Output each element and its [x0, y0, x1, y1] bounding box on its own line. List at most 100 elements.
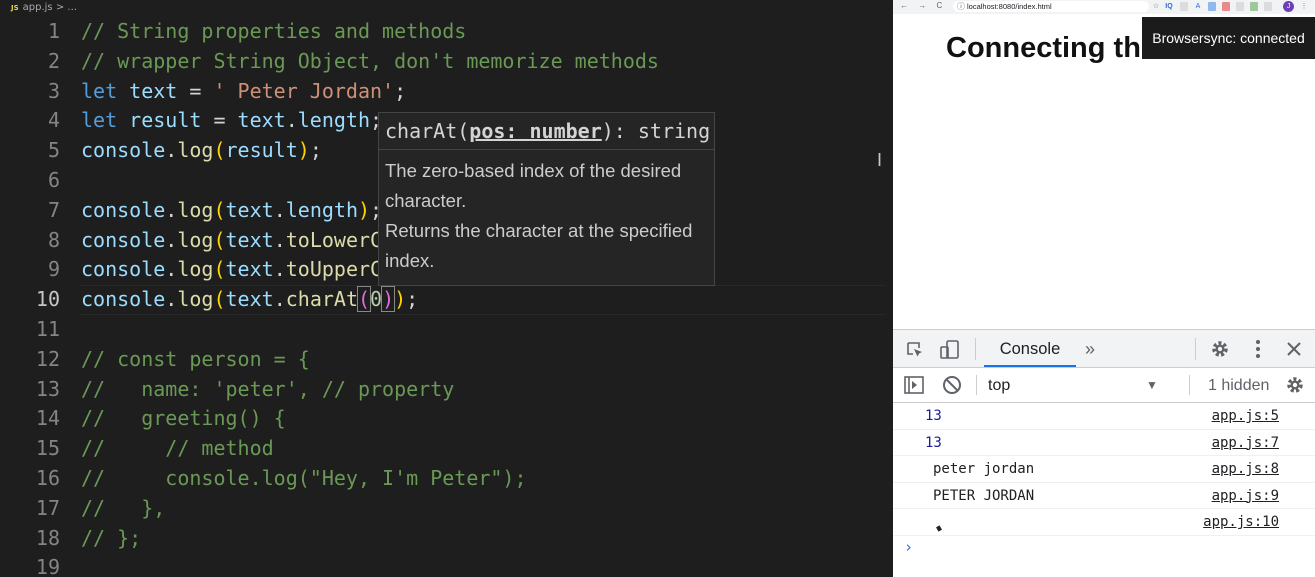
browsersync-notification: Browsersync: connected	[1142, 17, 1315, 59]
browser-window: ← → C ⓘ localhost:8080/index.html ☆ IQ A…	[893, 0, 1315, 577]
chevron-right-icon: >	[55, 2, 65, 13]
source-link[interactable]: app.js:9	[1212, 488, 1279, 504]
browser-toolbar: ← → C ⓘ localhost:8080/index.html ☆ IQ A…	[893, 0, 1315, 14]
code-text[interactable]: // const person = {	[81, 345, 310, 375]
clear-console-icon[interactable]	[941, 374, 963, 400]
code-line[interactable]: 2 // wrapper String Object, don't memoriz…	[0, 47, 893, 77]
triangle-extension-icon[interactable]: A	[1194, 2, 1202, 11]
code-text[interactable]: // },	[81, 494, 165, 524]
line-number: 19	[35, 555, 60, 577]
code-token: log	[177, 257, 214, 282]
code-token: .	[273, 287, 286, 312]
breadcrumb-file[interactable]: app.js	[23, 2, 53, 13]
code-text[interactable]: let result = text.length;	[81, 106, 382, 136]
extension-icons: ☆ IQ A J ⋮	[1152, 1, 1312, 13]
line-number: 18	[35, 525, 60, 550]
code-line[interactable]: 1 // String properties and methods	[0, 17, 893, 47]
iq-extension-icon[interactable]: IQ	[1165, 2, 1173, 11]
address-url[interactable]: localhost:8080/index.html	[967, 2, 1052, 11]
code-token: console	[81, 227, 166, 252]
line-number: 15	[35, 436, 60, 461]
code-line[interactable]: 13 // name: 'peter', // property	[0, 375, 893, 405]
dropdown-arrow-icon[interactable]: ▼	[1146, 378, 1158, 392]
code-text[interactable]: console.log(text.toUpperC	[81, 255, 382, 285]
device-toolbar-icon[interactable]	[939, 339, 961, 365]
extension-icon[interactable]	[1250, 2, 1258, 11]
code-token: .	[165, 138, 178, 163]
code-line[interactable]: 16 // console.log("Hey, I'm Peter");	[0, 464, 893, 494]
code-token: ;	[406, 287, 419, 312]
code-token: result	[129, 108, 202, 133]
code-line[interactable]: 15 // // method	[0, 434, 893, 464]
line-number: 6	[47, 167, 60, 192]
code-text[interactable]: // console.log("Hey, I'm Peter");	[81, 464, 527, 494]
code-text[interactable]: console.log(result);	[81, 136, 322, 166]
code-line[interactable]: 12 // const person = {	[0, 345, 893, 375]
code-line[interactable]: 17 // },	[0, 494, 893, 524]
tab-console[interactable]: Console	[984, 330, 1076, 367]
breadcrumb: JS app.js > ...	[0, 0, 893, 16]
code-text[interactable]: console.log(text.charAt(0));	[81, 285, 418, 315]
code-text[interactable]: // };	[81, 524, 141, 554]
code-token: (	[213, 257, 226, 282]
code-line[interactable]: 14 // greeting() {	[0, 404, 893, 434]
code-line[interactable]: 3 let text = ' Peter Jordan';	[0, 77, 893, 107]
code-line[interactable]: 10 console.log(text.charAt(0));	[0, 285, 893, 315]
source-link[interactable]: app.js:7	[1212, 435, 1279, 451]
address-bar[interactable]: ⓘ localhost:8080/index.html	[953, 1, 1149, 12]
code-token: length	[297, 108, 371, 133]
code-token: length	[285, 197, 358, 222]
menu-dots-icon[interactable]: ⋮	[1300, 2, 1308, 11]
bookmark-star-icon[interactable]: ☆	[1152, 2, 1160, 11]
code-editor[interactable]: JS app.js > ... 1 // String properties and…	[0, 0, 893, 577]
console-settings-gear-icon[interactable]	[1284, 374, 1306, 400]
code-text[interactable]: // // method	[81, 434, 274, 464]
divider	[1189, 375, 1190, 395]
extension-icon[interactable]	[1208, 2, 1216, 11]
console-value: peter jordan	[933, 461, 1035, 477]
inspect-element-icon[interactable]	[905, 340, 925, 364]
devtools-tabbar: Console »	[893, 330, 1315, 368]
more-tabs-icon[interactable]: »	[1085, 339, 1095, 359]
gear-icon[interactable]	[1209, 338, 1231, 364]
extension-icon[interactable]	[1236, 2, 1244, 11]
code-line[interactable]: 18 // };	[0, 524, 893, 554]
more-options-icon[interactable]	[1248, 338, 1268, 364]
breadcrumb-symbol[interactable]: ...	[67, 2, 77, 13]
code-text[interactable]: console.log(text.length);	[81, 196, 382, 226]
code-line[interactable]: 11	[0, 315, 893, 345]
code-text[interactable]: console.log(text.toLowerC	[81, 226, 382, 256]
code-text[interactable]: // name: 'peter', // property	[81, 375, 454, 405]
line-number: 11	[35, 316, 60, 341]
line-number: 3	[47, 78, 60, 103]
source-link[interactable]: app.js:5	[1212, 408, 1279, 424]
console-prompt[interactable]: ›	[904, 538, 913, 556]
extension-icon[interactable]	[1222, 2, 1230, 11]
source-link[interactable]: app.js:10	[1203, 514, 1279, 530]
code-token: // // method	[81, 436, 274, 461]
sidebar-toggle-icon[interactable]	[903, 375, 925, 399]
profile-avatar[interactable]: J	[1283, 1, 1294, 12]
code-text[interactable]: let text = ' Peter Jordan';	[81, 77, 406, 107]
extension-icon[interactable]	[1264, 2, 1272, 11]
extension-icon[interactable]	[1180, 2, 1188, 11]
line-number: 9	[47, 257, 60, 282]
code-area[interactable]: 1 // String properties and methods 2 // wra…	[0, 17, 893, 577]
code-token: .	[165, 197, 178, 222]
code-token: log	[177, 227, 214, 252]
code-text[interactable]: // wrapper String Object, don't memorize…	[81, 47, 659, 77]
code-token: // wrapper String Object, don't memorize…	[81, 48, 659, 73]
source-link[interactable]: app.js:8	[1212, 461, 1279, 477]
close-icon[interactable]	[1284, 339, 1304, 363]
code-text[interactable]: // String properties and methods	[81, 17, 466, 47]
console-message: PETER JORDAN app.js:9	[893, 483, 1315, 509]
context-select[interactable]: top	[988, 377, 1010, 395]
navigation-buttons[interactable]: ← → C	[900, 1, 946, 10]
code-token: ' Peter Jordan'	[213, 78, 395, 103]
code-token: (	[213, 197, 226, 222]
hover-signature: charAt(pos: number): string	[379, 113, 714, 150]
code-token: )	[297, 138, 310, 163]
code-line[interactable]: 19	[0, 553, 893, 577]
info-icon[interactable]: ⓘ	[957, 1, 965, 12]
code-text[interactable]: // greeting() {	[81, 404, 286, 434]
